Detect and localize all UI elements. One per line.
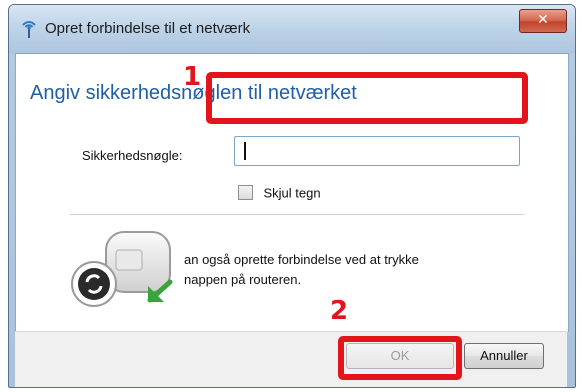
security-key-input[interactable] — [234, 136, 520, 166]
security-key-label: Sikkerhedsnøgle: — [82, 148, 183, 163]
hide-characters-label: Skjul tegn — [263, 185, 321, 201]
cancel-button[interactable]: Annuller — [464, 343, 544, 369]
close-button[interactable]: ✕ — [519, 9, 567, 33]
highlight-ok-button — [338, 336, 462, 380]
text-caret — [244, 142, 246, 160]
router-info-line-1: an også oprette forbindelse ved at trykk… — [184, 252, 419, 267]
router-info-line-2: nappen på routeren. — [184, 272, 302, 287]
hide-characters-row[interactable]: Skjul tegn — [238, 184, 321, 202]
title-bar[interactable]: Opret forbindelse til et netværk ✕ — [9, 5, 575, 53]
network-icon — [19, 19, 39, 39]
highlight-security-key — [206, 72, 528, 124]
divider — [70, 214, 524, 215]
close-icon: ✕ — [537, 12, 549, 28]
step-marker-2: 2 — [330, 296, 349, 326]
window-title: Opret forbindelse til et netværk — [45, 20, 251, 37]
router-wps-icon — [68, 226, 186, 308]
hide-characters-checkbox[interactable] — [238, 185, 253, 201]
step-marker-1: 1 — [183, 62, 202, 92]
connect-network-dialog: Opret forbindelse til et netværk ✕ Angiv… — [8, 4, 576, 388]
